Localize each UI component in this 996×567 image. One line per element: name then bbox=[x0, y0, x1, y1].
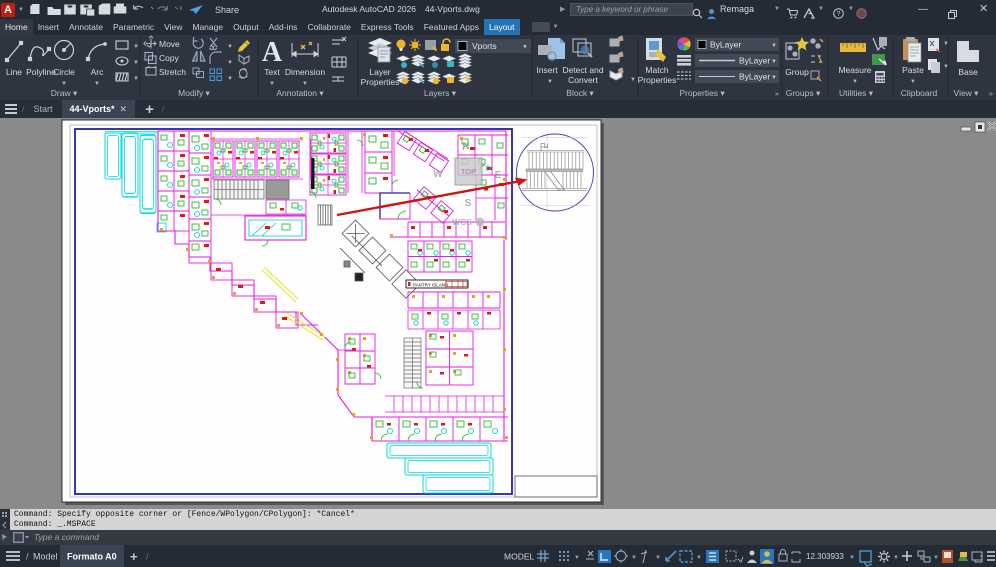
svg-text:Insert: Insert bbox=[536, 65, 558, 75]
svg-text:PANTRY ISLAND: PANTRY ISLAND bbox=[413, 283, 449, 288]
svg-text:Properties: Properties bbox=[638, 75, 677, 85]
svg-text:▼: ▼ bbox=[269, 81, 275, 87]
svg-text:Arc: Arc bbox=[91, 67, 105, 77]
svg-text:▼: ▼ bbox=[696, 555, 702, 561]
svg-text:Match: Match bbox=[645, 65, 668, 75]
svg-text:▼: ▼ bbox=[849, 555, 855, 561]
svg-text:/: / bbox=[26, 552, 29, 562]
svg-text:Paste: Paste bbox=[902, 65, 924, 75]
svg-text:▼: ▼ bbox=[852, 79, 858, 85]
svg-text:▼: ▼ bbox=[61, 81, 67, 87]
svg-text:▼: ▼ bbox=[655, 555, 661, 561]
svg-text:Groups ▾: Groups ▾ bbox=[786, 88, 821, 98]
svg-text:Measure: Measure bbox=[838, 65, 871, 75]
svg-text:»: » bbox=[989, 91, 993, 98]
svg-text:▼: ▼ bbox=[227, 76, 233, 82]
svg-text:▼: ▼ bbox=[631, 555, 637, 561]
svg-text:▼: ▼ bbox=[227, 60, 233, 66]
svg-text:Line: Line bbox=[6, 67, 22, 77]
svg-text:Layer: Layer bbox=[369, 67, 390, 77]
svg-text:WCS: WCS bbox=[452, 217, 472, 227]
svg-text:E: E bbox=[495, 170, 502, 181]
svg-text:A: A bbox=[262, 37, 283, 68]
svg-text:▼: ▼ bbox=[574, 555, 580, 561]
svg-text:▼: ▼ bbox=[133, 60, 139, 66]
svg-text:▼: ▼ bbox=[522, 45, 528, 51]
svg-text:Clipboard: Clipboard bbox=[901, 88, 938, 98]
svg-text:ByLayer: ByLayer bbox=[710, 40, 741, 50]
svg-text:▼: ▼ bbox=[771, 75, 777, 81]
svg-text:▼: ▼ bbox=[893, 555, 899, 561]
svg-text:S: S bbox=[465, 198, 472, 209]
svg-text:▼: ▼ bbox=[771, 43, 777, 49]
svg-text:▼: ▼ bbox=[227, 44, 233, 50]
svg-text:Modify ▾: Modify ▾ bbox=[178, 88, 210, 98]
svg-text:ByLayer: ByLayer bbox=[739, 72, 770, 82]
svg-text:▼: ▼ bbox=[630, 77, 636, 83]
svg-text:Convert: Convert bbox=[568, 75, 598, 85]
svg-text:Stretch: Stretch bbox=[159, 67, 186, 77]
svg-text:Block ▾: Block ▾ bbox=[566, 88, 594, 98]
svg-text:Base: Base bbox=[958, 67, 978, 77]
svg-text:View ▾: View ▾ bbox=[954, 88, 980, 98]
svg-text:Polyline: Polyline bbox=[26, 67, 56, 77]
svg-text:Group: Group bbox=[785, 67, 809, 77]
svg-text:ByLayer: ByLayer bbox=[739, 56, 770, 66]
svg-text:Utilities ▾: Utilities ▾ bbox=[839, 88, 874, 98]
svg-text:▼: ▼ bbox=[933, 555, 939, 561]
svg-text:Draw ▾: Draw ▾ bbox=[51, 88, 78, 98]
svg-text:▼: ▼ bbox=[133, 44, 139, 50]
svg-text:Text: Text bbox=[264, 67, 280, 77]
svg-text:/: / bbox=[146, 552, 149, 562]
svg-text:MODEL: MODEL bbox=[504, 552, 535, 562]
svg-text:Properties: Properties bbox=[361, 77, 400, 87]
svg-text:▼: ▼ bbox=[547, 79, 553, 85]
svg-text:Copy: Copy bbox=[159, 53, 180, 63]
svg-text:▼: ▼ bbox=[302, 81, 308, 87]
svg-text:TOP: TOP bbox=[461, 167, 476, 176]
svg-text:+: + bbox=[130, 549, 138, 564]
svg-text:▼: ▼ bbox=[943, 41, 949, 47]
svg-text:Move: Move bbox=[159, 39, 180, 49]
svg-text:12.303933: 12.303933 bbox=[806, 552, 844, 561]
svg-text:Properties ▾: Properties ▾ bbox=[679, 88, 725, 98]
svg-text:▼: ▼ bbox=[943, 64, 949, 70]
svg-text:Formato A0: Formato A0 bbox=[67, 552, 117, 562]
svg-text:▼: ▼ bbox=[94, 81, 100, 87]
svg-text:W: W bbox=[433, 169, 443, 180]
svg-text:N: N bbox=[462, 141, 469, 152]
svg-text:?: ? bbox=[837, 11, 841, 18]
svg-text:Model: Model bbox=[33, 552, 58, 562]
svg-text:▼: ▼ bbox=[771, 59, 777, 65]
svg-text:Dimension: Dimension bbox=[285, 67, 325, 77]
svg-text:▼: ▼ bbox=[910, 79, 916, 85]
svg-text:»: » bbox=[775, 91, 779, 98]
svg-text:Detect and: Detect and bbox=[562, 65, 603, 75]
svg-text:▼: ▼ bbox=[133, 76, 139, 82]
svg-text:Annotation ▾: Annotation ▾ bbox=[276, 88, 324, 98]
svg-text:Circle: Circle bbox=[53, 67, 75, 77]
svg-text:Layers ▾: Layers ▾ bbox=[424, 88, 457, 98]
svg-text:Vports: Vports bbox=[472, 41, 497, 51]
